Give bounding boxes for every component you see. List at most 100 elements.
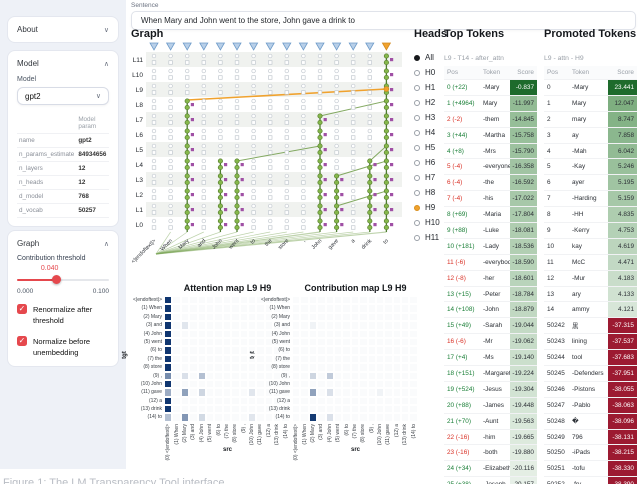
heatmap-cell[interactable] [309, 363, 317, 371]
ffn-block-icon[interactable] [191, 118, 194, 121]
graph-node-mlp[interactable] [384, 120, 388, 124]
heatmap-cell[interactable] [368, 397, 376, 405]
selected-node[interactable] [384, 87, 389, 92]
graph-node-mlp[interactable] [235, 210, 239, 214]
heatmap-cell[interactable] [231, 405, 239, 413]
heatmap-cell[interactable] [376, 388, 384, 396]
heatmap-cell[interactable] [351, 397, 359, 405]
graph-node-attn[interactable] [185, 129, 189, 133]
graph-node-attn[interactable] [334, 204, 338, 208]
heatmap-cell[interactable] [189, 372, 197, 380]
graph-node-attn[interactable] [185, 189, 189, 193]
heatmap-cell[interactable] [326, 338, 334, 346]
heatmap-cell[interactable] [223, 355, 231, 363]
heatmap-cell[interactable] [214, 380, 222, 388]
ffn-block-icon[interactable] [224, 193, 227, 196]
heatmap-cell[interactable] [326, 330, 334, 338]
head-item-h4[interactable]: H4 [414, 125, 440, 140]
graph-node-attn[interactable] [335, 54, 339, 58]
heatmap-cell[interactable] [351, 380, 359, 388]
head-radio-icon[interactable] [414, 85, 420, 91]
heatmap-cell[interactable] [351, 313, 359, 321]
graph-node-mlp[interactable] [185, 76, 189, 80]
graph-node-mlp[interactable] [169, 136, 173, 140]
graph-node-attn[interactable] [235, 69, 239, 73]
graph-node-mlp[interactable] [302, 226, 306, 230]
heatmap-cell[interactable] [223, 321, 231, 329]
heatmap-cell[interactable] [292, 346, 300, 354]
graph-node-attn[interactable] [285, 114, 289, 118]
graph-node-mlp[interactable] [302, 61, 306, 65]
graph-node-mlp[interactable] [384, 180, 388, 184]
heatmap-cell[interactable] [300, 313, 308, 321]
heatmap-cell[interactable] [172, 296, 180, 304]
heatmap-cell[interactable] [384, 330, 392, 338]
heatmap-cell[interactable] [393, 346, 401, 354]
graph-node-attn[interactable] [219, 144, 223, 148]
graph-node-attn[interactable] [285, 204, 289, 208]
graph-node-mlp[interactable] [252, 91, 256, 95]
graph-node-attn[interactable] [169, 54, 173, 58]
graph-node-mlp[interactable] [318, 195, 322, 199]
heatmap-cell[interactable] [214, 330, 222, 338]
graph-node-mlp[interactable] [169, 91, 173, 95]
graph-node-attn[interactable] [185, 144, 189, 148]
heatmap-cell[interactable] [164, 413, 172, 421]
graph-node-mlp[interactable] [368, 195, 372, 199]
heatmap-cell[interactable] [206, 397, 214, 405]
graph-node-attn[interactable] [235, 54, 239, 58]
graph-node-mlp[interactable] [285, 61, 289, 65]
graph-node-attn[interactable] [351, 144, 355, 148]
graph-node-mlp[interactable] [334, 195, 338, 199]
heatmap-cell[interactable] [172, 372, 180, 380]
head-radio-icon[interactable] [414, 145, 420, 151]
heatmap-cell[interactable] [317, 363, 325, 371]
graph-node-attn[interactable] [268, 159, 272, 163]
heatmap-cell[interactable] [181, 355, 189, 363]
graph-node-attn[interactable] [202, 144, 206, 148]
graph-node-attn[interactable] [351, 189, 355, 193]
graph-node-attn[interactable] [318, 114, 322, 118]
head-radio-icon[interactable] [414, 220, 420, 226]
ffn-block-icon[interactable] [390, 88, 393, 91]
graph-node-attn[interactable] [285, 144, 289, 148]
ffn-block-icon[interactable] [241, 223, 244, 226]
graph-node-attn[interactable] [185, 84, 189, 88]
heatmap-cell[interactable] [351, 304, 359, 312]
heatmap-cell[interactable] [317, 304, 325, 312]
heatmap-cell[interactable] [181, 372, 189, 380]
heatmap-cell[interactable] [401, 413, 409, 421]
graph-node-mlp[interactable] [268, 226, 272, 230]
heatmap-cell[interactable] [384, 397, 392, 405]
heatmap-cell[interactable] [351, 405, 359, 413]
heatmap-cell[interactable] [317, 397, 325, 405]
heatmap-cell[interactable] [214, 313, 222, 321]
heatmap-cell[interactable] [326, 380, 334, 388]
graph-node-mlp[interactable] [368, 76, 372, 80]
heatmap-cell[interactable] [334, 413, 342, 421]
graph-node-mlp[interactable] [202, 76, 206, 80]
graph-node-attn[interactable] [252, 129, 256, 133]
ffn-block-icon[interactable] [390, 118, 393, 121]
graph-node-mlp[interactable] [302, 211, 306, 215]
heatmap-cell[interactable] [206, 413, 214, 421]
heatmap-cell[interactable] [351, 330, 359, 338]
graph-node-mlp[interactable] [219, 61, 223, 65]
heatmap-cell[interactable] [393, 304, 401, 312]
heatmap-cell[interactable] [223, 405, 231, 413]
heatmap-cell[interactable] [351, 388, 359, 396]
ffn-block-icon[interactable] [191, 178, 194, 181]
heatmap-cell[interactable] [172, 321, 180, 329]
heatmap-cell[interactable] [198, 388, 206, 396]
graph-node-mlp[interactable] [318, 120, 322, 124]
heatmap-cell[interactable] [309, 321, 317, 329]
graph-node-attn[interactable] [169, 204, 173, 208]
graph-node-mlp[interactable] [384, 225, 388, 229]
heatmap-cell[interactable] [206, 346, 214, 354]
graph-node-mlp[interactable] [268, 76, 272, 80]
graph-node-attn[interactable] [368, 114, 372, 118]
graph-node-attn[interactable] [318, 129, 322, 133]
heatmap-cell[interactable] [359, 413, 367, 421]
heatmap-cell[interactable] [342, 330, 350, 338]
heatmap-cell[interactable] [181, 321, 189, 329]
